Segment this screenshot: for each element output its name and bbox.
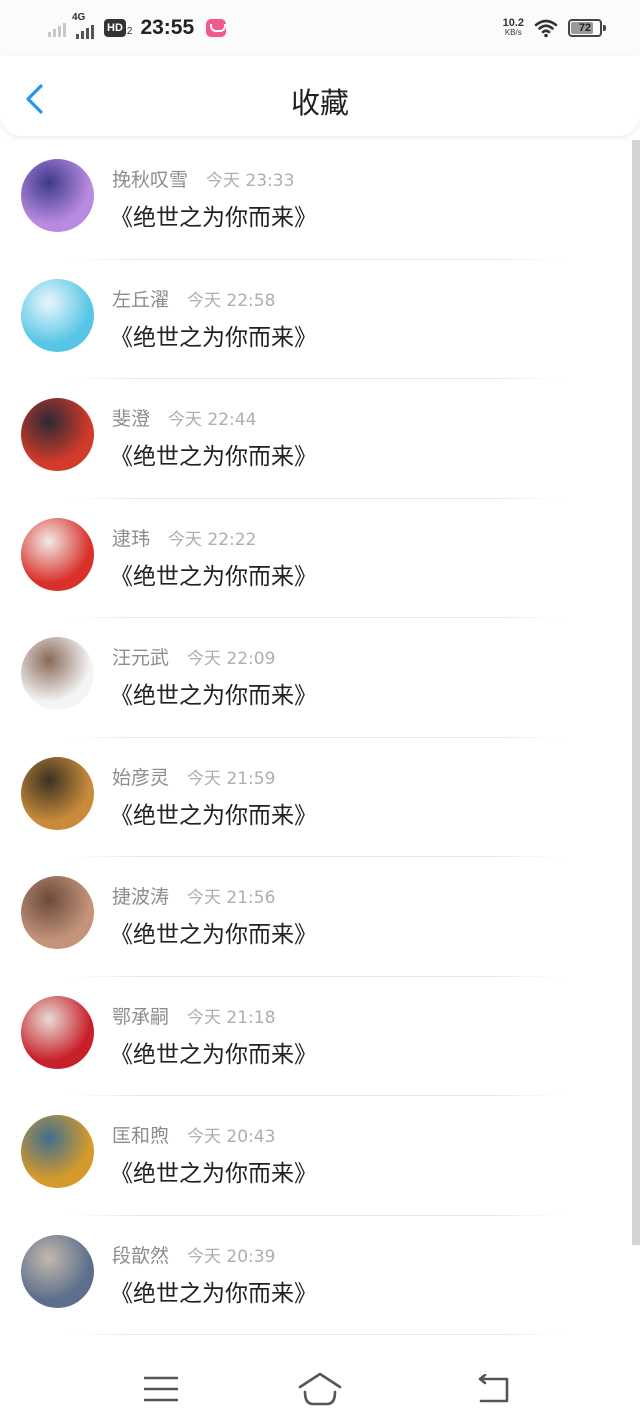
list-item[interactable]: 左丘濯 今天 22:58 《绝世之为你而来》 — [0, 260, 632, 379]
status-time: 23:55 — [140, 16, 195, 39]
network-speed-unit: KB/s — [504, 28, 522, 37]
favorite-content: 《绝世之为你而来》 — [110, 324, 317, 351]
item-meta: 段歆然 今天 20:39 — [112, 1241, 275, 1267]
network-speed: 10.2 KB/s — [503, 18, 524, 38]
timestamp: 今天 22:44 — [168, 410, 257, 430]
status-bar: 4G HD 2 23:55 10.2 KB/s 72 — [0, 0, 640, 56]
app-notification-icon — [206, 19, 227, 37]
avatar[interactable] — [21, 1234, 94, 1308]
list-item[interactable]: 挽秋叹雪 今天 23:33 《绝世之为你而来》 — [0, 140, 632, 260]
list-item[interactable]: 匡和煦 今天 20:43 《绝世之为你而来》 — [0, 1096, 632, 1216]
sim1-signal-icon — [48, 19, 66, 37]
favorite-content: 《绝世之为你而来》 — [110, 922, 317, 948]
timestamp: 今天 20:39 — [187, 1246, 276, 1267]
user-name: 段歆然 — [112, 1244, 170, 1267]
favorite-content: 《绝世之为你而来》 — [110, 1161, 317, 1187]
timestamp: 今天 20:43 — [187, 1127, 276, 1147]
wifi-icon — [534, 19, 558, 38]
page-header: 收藏 — [0, 56, 640, 136]
list-item[interactable]: 段歆然 今天 20:39 《绝世之为你而来》 — [0, 1216, 632, 1335]
user-name: 挽秋叹雪 — [112, 169, 189, 191]
list-item[interactable]: 始彦灵 今天 21:59 《绝世之为你而来》 — [0, 738, 632, 857]
item-meta: 始彦灵 今天 21:59 — [112, 763, 275, 789]
list-item[interactable]: 鄂承嗣 今天 21:18 《绝世之为你而来》 — [0, 977, 632, 1096]
user-name: 逮玮 — [112, 527, 151, 550]
divider — [70, 1334, 562, 1335]
timestamp: 今天 22:09 — [187, 649, 276, 669]
menu-icon[interactable] — [136, 1366, 186, 1412]
hd-sub-label: 2 — [126, 26, 133, 37]
timestamp: 今天 22:22 — [168, 529, 257, 550]
item-meta: 匡和煦 今天 20:43 — [112, 1121, 275, 1147]
avatar[interactable] — [21, 637, 94, 710]
favorite-content: 《绝世之为你而来》 — [110, 563, 317, 590]
hd-label: HD — [104, 19, 126, 37]
user-name: 始彦灵 — [112, 766, 170, 789]
list-item[interactable]: 汪元武 今天 22:09 《绝世之为你而来》 — [0, 618, 632, 738]
user-name: 汪元武 — [112, 647, 170, 669]
avatar[interactable] — [21, 756, 94, 830]
battery-level: 72 — [578, 22, 592, 34]
timestamp: 今天 21:59 — [187, 768, 276, 789]
favorite-content: 《绝世之为你而来》 — [110, 205, 317, 231]
item-meta: 左丘濯 今天 22:58 — [112, 285, 275, 311]
list-item[interactable]: 逮玮 今天 22:22 《绝世之为你而来》 — [0, 499, 632, 618]
user-name: 左丘濯 — [112, 288, 170, 311]
mobile-data-icon: 4G — [72, 12, 98, 41]
user-name: 捷波涛 — [112, 886, 170, 908]
timestamp: 今天 21:18 — [187, 1007, 276, 1028]
list-item[interactable]: 捷波涛 今天 21:56 《绝世之为你而来》 — [0, 857, 632, 977]
item-meta: 斐澄 今天 22:44 — [112, 404, 256, 430]
item-meta: 挽秋叹雪 今天 23:33 — [112, 165, 294, 191]
user-name: 鄂承嗣 — [112, 1005, 170, 1028]
status-left-group: 4G HD 2 23:55 — [48, 12, 227, 42]
scrollbar[interactable] — [632, 140, 640, 1245]
avatar[interactable] — [21, 1115, 94, 1188]
list-item[interactable]: 斐澄 今天 22:44 《绝世之为你而来》 — [0, 379, 632, 499]
avatar[interactable] — [21, 278, 94, 352]
hd-voice-icon: HD 2 — [104, 19, 132, 37]
battery-icon: 72 — [568, 19, 606, 37]
item-meta: 汪元武 今天 22:09 — [112, 643, 275, 669]
item-meta: 逮玮 今天 22:22 — [112, 524, 256, 550]
timestamp: 今天 22:58 — [187, 290, 276, 311]
favorite-content: 《绝世之为你而来》 — [110, 802, 317, 829]
avatar[interactable] — [21, 517, 94, 591]
user-name: 匡和煦 — [112, 1125, 170, 1147]
avatar[interactable] — [21, 995, 94, 1069]
favorite-content: 《绝世之为你而来》 — [110, 444, 317, 470]
favorite-content: 《绝世之为你而来》 — [110, 683, 317, 709]
favorite-content: 《绝世之为你而来》 — [110, 1041, 317, 1068]
page-title: 收藏 — [290, 86, 349, 120]
favorite-content: 《绝世之为你而来》 — [110, 1280, 317, 1307]
item-meta: 捷波涛 今天 21:56 — [112, 882, 275, 908]
navigation-bar — [0, 1352, 640, 1427]
favorites-list: 挽秋叹雪 今天 23:33 《绝世之为你而来》 左丘濯 今天 22:58 《绝世之为你而来… — [0, 140, 632, 1335]
sim2-signal-icon — [76, 21, 94, 39]
user-name: 斐澄 — [112, 408, 151, 430]
back-arrow-icon[interactable] — [466, 1366, 516, 1412]
network-speed-value: 10.2 — [502, 17, 524, 29]
item-meta: 鄂承嗣 今天 21:18 — [112, 1002, 275, 1028]
status-right-group: 10.2 KB/s 72 — [503, 14, 606, 42]
home-icon[interactable] — [295, 1366, 345, 1412]
avatar[interactable] — [21, 398, 94, 471]
timestamp: 今天 21:56 — [187, 888, 276, 908]
avatar[interactable] — [21, 876, 94, 949]
timestamp: 今天 23:33 — [206, 171, 295, 191]
avatar[interactable] — [21, 159, 94, 232]
